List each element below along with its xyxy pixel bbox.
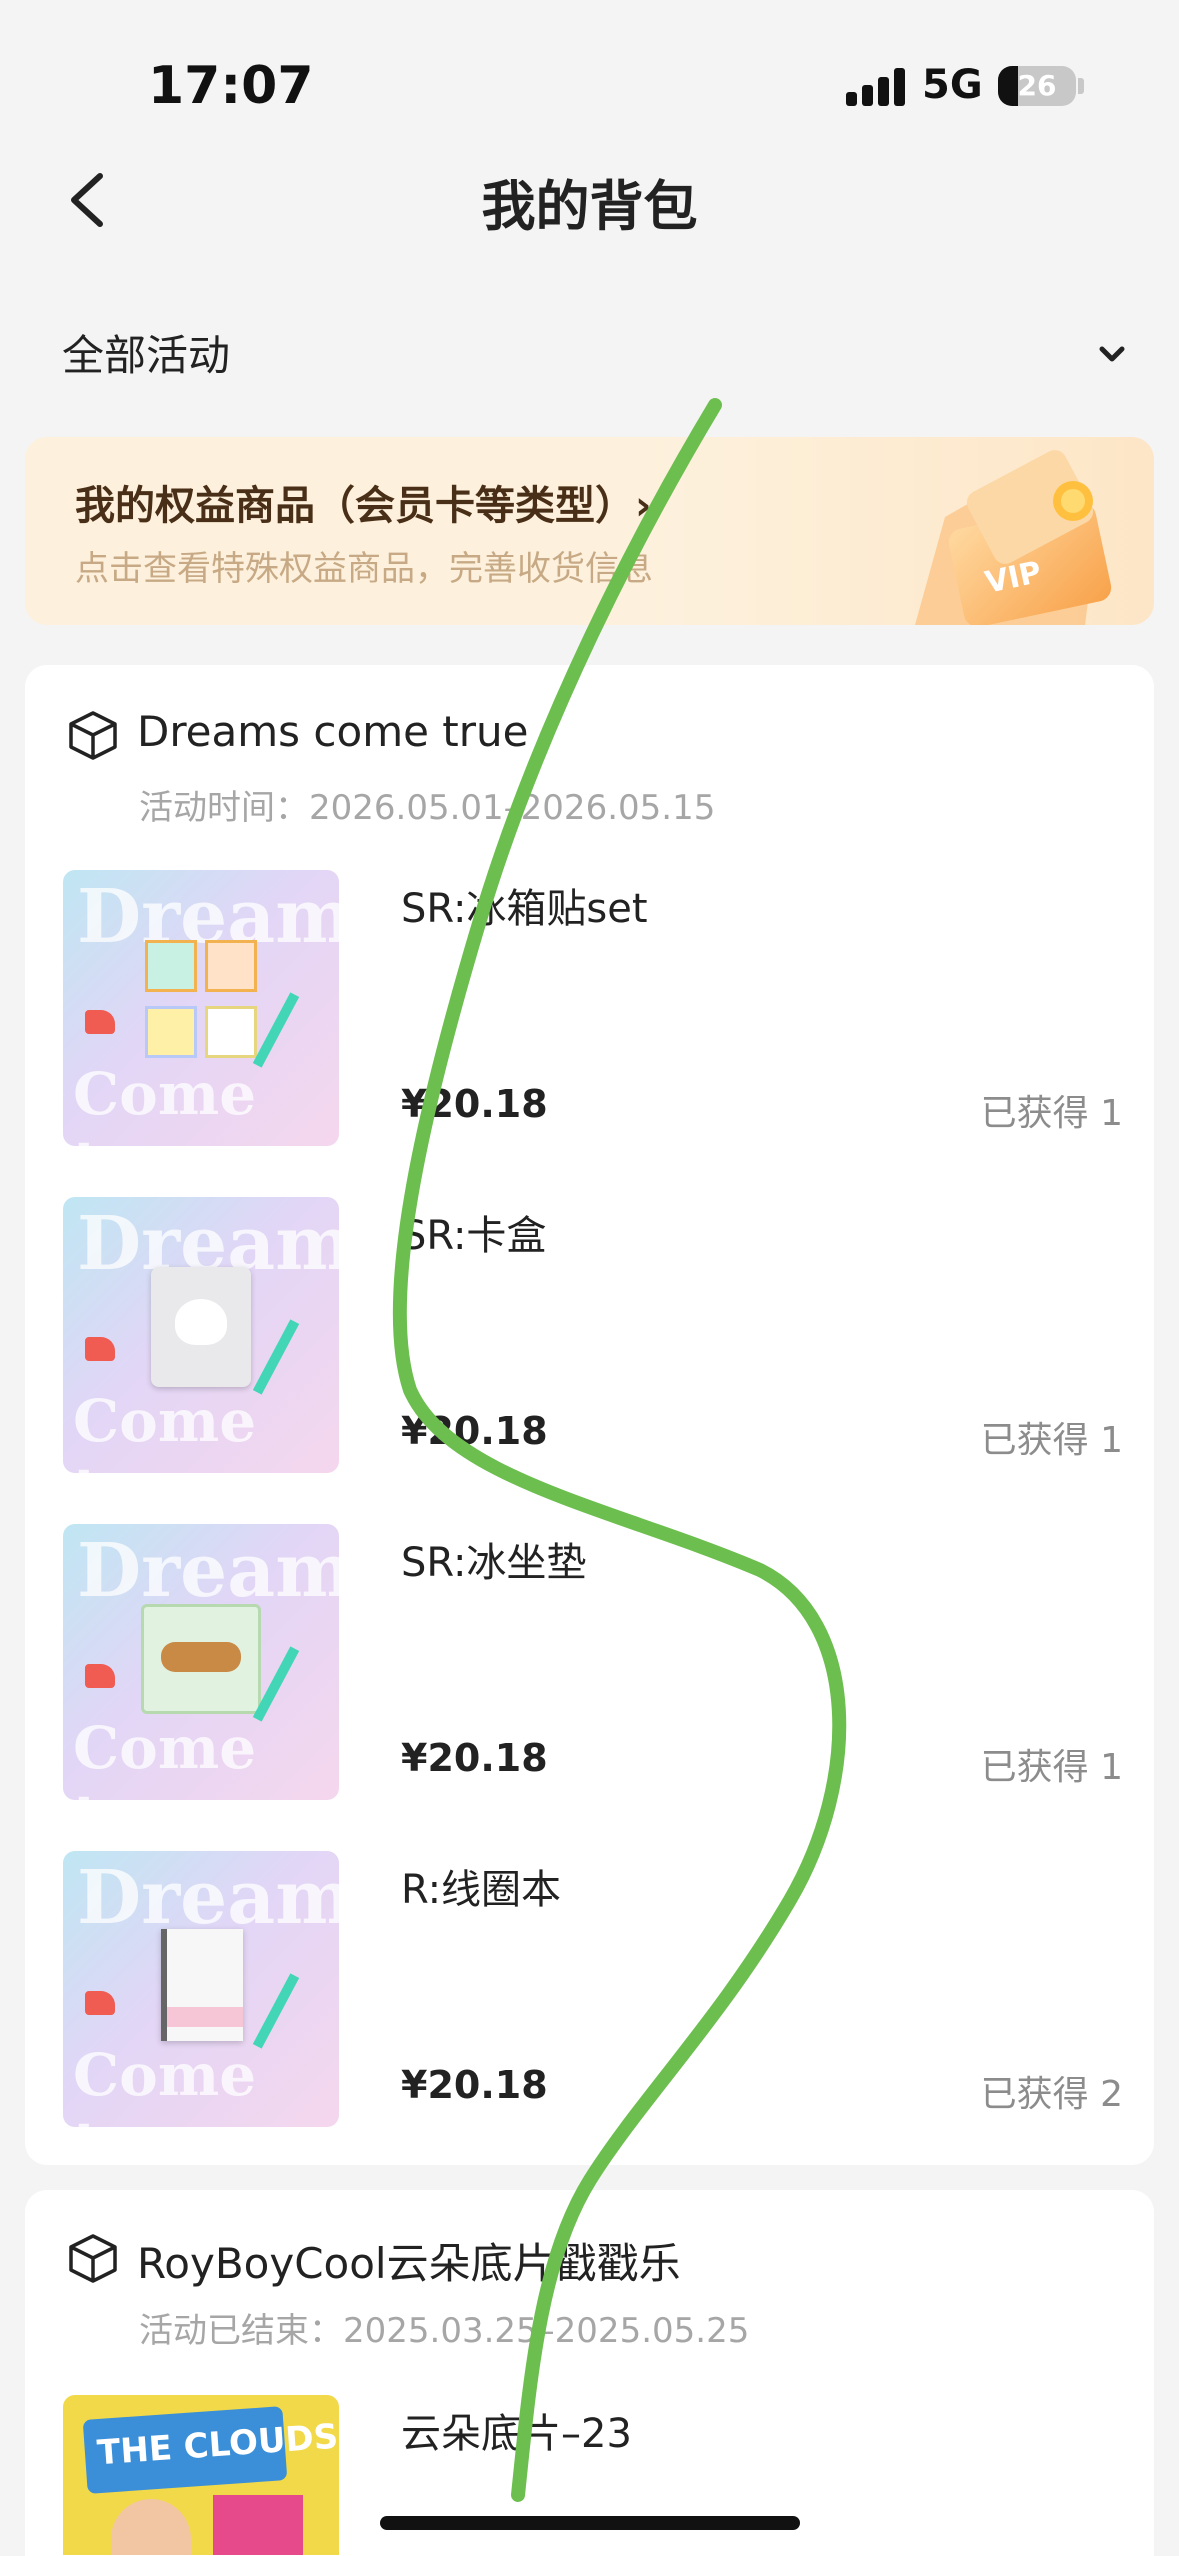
list-item[interactable]: THE CLOUDS 云朵底片–23: [63, 2395, 1123, 2556]
activity-time: 活动时间：2026.05.01–2026.05.15: [139, 788, 716, 828]
battery-icon: 26: [998, 66, 1076, 106]
item-count: 已获得 1: [980, 1093, 1123, 1134]
chevron-down-icon[interactable]: [1092, 334, 1132, 374]
list-item[interactable]: Dreams Come true SR:卡盒 ¥20.18 已获得 1: [63, 1197, 1123, 1473]
banner-subtitle: 点击查看特殊权益商品，完善收货信息: [75, 549, 653, 589]
item-thumbnail: Dreams Come true: [63, 1197, 339, 1473]
activity-title: Dreams come true: [137, 707, 529, 756]
item-name: SR:冰箱贴set: [401, 886, 648, 932]
rights-goods-banner[interactable]: 我的权益商品（会员卡等类型）› 点击查看特殊权益商品，完善收货信息 VIP: [25, 437, 1154, 625]
thumb-text-bottom: Come true: [73, 1714, 257, 1800]
battery-level: 26: [1017, 69, 1057, 102]
activity-card: Dreams come true 活动时间：2026.05.01–2026.05…: [25, 665, 1154, 2165]
backpack-screen: 17:07 5G 26 我的背包 全部活动 我的权益商品（会员卡等类型）› 点击…: [0, 0, 1179, 2556]
status-bar: 17:07 5G 26: [0, 0, 1179, 150]
item-thumbnail: Dreams Come true: [63, 870, 339, 1146]
item-price: ¥20.18: [401, 1082, 548, 1126]
thumb-text-bottom: Come true: [73, 1060, 257, 1146]
item-thumbnail: THE CLOUDS: [63, 2395, 339, 2555]
item-name: 云朵底片–23: [401, 2411, 632, 2457]
network-type: 5G: [922, 62, 983, 108]
item-count: 已获得 1: [980, 1420, 1123, 1461]
activity-title: RoyBoyCool云朵底片戳戳乐: [137, 2239, 681, 2288]
list-item[interactable]: Dreams Come true R:线圈本 ¥20.18 已获得 2: [63, 1851, 1123, 2127]
item-price: ¥20.18: [401, 1409, 548, 1453]
item-price: ¥20.18: [401, 1736, 548, 1780]
banner-title: 我的权益商品（会员卡等类型）›: [75, 483, 652, 529]
item-thumbnail: Dreams Come true: [63, 1851, 339, 2127]
page-title: 我的背包: [481, 175, 698, 238]
item-price: ¥20.18: [401, 2063, 548, 2107]
activity-filter-dropdown[interactable]: 全部活动: [62, 322, 230, 383]
battery-nub: [1078, 78, 1084, 94]
box-icon: [69, 2234, 117, 2283]
item-thumbnail: Dreams Come true: [63, 1524, 339, 1800]
box-icon: [69, 711, 117, 760]
list-item[interactable]: Dreams Come true SR:冰坐垫 ¥20.18 已获得 1: [63, 1524, 1123, 1800]
thumb-text-top: Dreams: [77, 1528, 339, 1614]
item-count: 已获得 1: [980, 1747, 1123, 1788]
item-name: SR:冰坐垫: [401, 1540, 587, 1586]
activity-card: RoyBoyCool云朵底片戳戳乐 活动已结束：2025.03.25–2025.…: [25, 2190, 1154, 2556]
item-name: R:线圈本: [401, 1867, 562, 1913]
thumb-text-bottom: Come true: [73, 2041, 257, 2127]
item-name: SR:卡盒: [401, 1213, 547, 1259]
vip-card-illustration: VIP: [915, 450, 1112, 625]
status-time: 17:07: [148, 56, 314, 116]
item-count: 已获得 2: [980, 2074, 1123, 2115]
activity-time: 活动已结束：2025.03.25–2025.05.25: [139, 2311, 750, 2351]
signal-icon: [846, 68, 906, 106]
thumb-text-bottom: Come true: [73, 1387, 257, 1473]
home-indicator[interactable]: [380, 2516, 800, 2530]
list-item[interactable]: Dreams Come true SR:冰箱贴set ¥20.18 已获得 1: [63, 870, 1123, 1146]
